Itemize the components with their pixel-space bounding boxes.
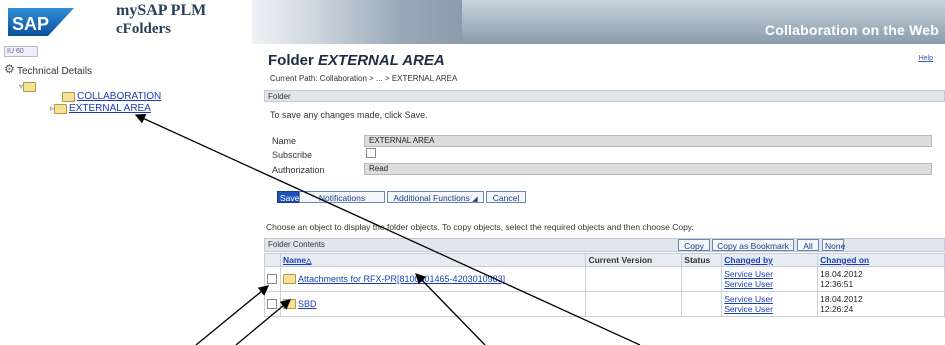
status-cell [681, 291, 723, 317]
title-folder-name: EXTERNAL AREA [318, 52, 445, 69]
folder-tree-panel: IU 60 ⚙ Technical Details ▿ COLLABORATIO… [0, 44, 252, 345]
instruction-text: Choose an object to display the folder o… [266, 222, 694, 232]
authorization-label: Authorization [272, 165, 325, 175]
subscribe-checkbox[interactable] [366, 148, 376, 158]
changed-by-link[interactable]: Service User [724, 294, 815, 304]
copy-button[interactable]: Copy [678, 239, 710, 251]
tree-link-external-area[interactable]: EXTERNAL AREA [69, 103, 151, 114]
changed-on-time: 12:26:24 [820, 304, 854, 314]
folder-contents-table: Name△ Current Version Status Changed by … [264, 253, 945, 317]
changed-by-cell: Service User Service User [721, 266, 819, 292]
name-cell: SBD [279, 291, 587, 317]
row-select-cell [264, 266, 281, 292]
changed-by-cell: Service User Service User [721, 291, 819, 317]
title-prefix: Folder [268, 52, 314, 69]
version-cell [585, 266, 683, 292]
tree-item-external-area[interactable]: ▹ EXTERNAL AREA [50, 103, 151, 114]
notifications-button[interactable]: Notifications [299, 191, 385, 203]
technical-details-label[interactable]: Technical Details [17, 66, 92, 77]
app-name: mySAP PLM [116, 2, 207, 19]
sap-logo: SAP [8, 8, 74, 36]
header-banner-image [252, 0, 462, 44]
column-header-name[interactable]: Name△ [279, 253, 587, 267]
logo-area: SAP mySAP PLM cFolders [0, 0, 252, 44]
column-header-current-version: Current Version [585, 253, 683, 267]
column-header-changed-by[interactable]: Changed by [721, 253, 819, 267]
folder-open-icon [54, 103, 68, 114]
table-header-row: Name△ Current Version Status Changed by … [264, 253, 945, 267]
folder-icon [23, 81, 37, 92]
column-header-changed-on[interactable]: Changed on [817, 253, 945, 267]
changed-on-date: 18.04.2012 [820, 269, 863, 279]
version-cell [585, 291, 683, 317]
tree-toolbar[interactable]: IU 60 [4, 46, 38, 57]
copy-as-bookmark-button[interactable]: Copy as Bookmark [712, 239, 794, 251]
changed-by-link[interactable]: Service User [724, 279, 815, 289]
additional-functions-button[interactable]: Additional Functions ◢ [387, 191, 484, 203]
additional-functions-label: Additional Functions [393, 193, 470, 203]
table-row: SBD Service User Service User 18.04.2012… [264, 291, 945, 317]
subscribe-label: Subscribe [272, 150, 313, 160]
status-cell [681, 266, 723, 292]
changed-on-date: 18.04.2012 [820, 294, 863, 304]
folder-section-header: Folder [264, 90, 945, 102]
tree-link-collaboration[interactable]: COLLABORATION [77, 91, 161, 102]
folder-icon [282, 274, 296, 285]
table-row: Attachments for RFX-PR[8100001465-420301… [264, 266, 945, 292]
select-none-button[interactable]: None [822, 239, 845, 251]
save-hint-text: To save any changes made, click Save. [270, 110, 428, 120]
folder-icon [62, 91, 75, 102]
name-cell: Attachments for RFX-PR[8100001465-420301… [279, 266, 587, 292]
row-checkbox[interactable] [267, 299, 277, 310]
breadcrumb: Current Path: Collaboration > ... > EXTE… [270, 74, 458, 83]
changed-by-link[interactable]: Service User [724, 304, 815, 314]
help-link[interactable]: Help [919, 55, 933, 62]
changed-on-cell: 18.04.2012 12:36:51 [817, 266, 945, 292]
folder-icon [282, 299, 296, 310]
row-select-cell [264, 291, 281, 317]
cancel-button[interactable]: Cancel [486, 191, 526, 203]
save-button[interactable]: Save [277, 191, 299, 203]
tree-item-collaboration[interactable]: COLLABORATION [62, 91, 161, 102]
column-header-status: Status [681, 253, 723, 267]
select-all-button[interactable]: All [797, 239, 819, 251]
changed-on-cell: 18.04.2012 12:26:24 [817, 291, 945, 317]
dropdown-triangle-icon: ◢ [472, 196, 478, 203]
technical-details-icon: ⚙ [4, 62, 15, 76]
changed-by-link[interactable]: Service User [724, 269, 815, 279]
row-checkbox[interactable] [267, 274, 277, 285]
app-subname: cFolders [116, 21, 171, 37]
changed-on-time: 12:36:51 [820, 279, 854, 289]
tree-root-node[interactable]: ▿ [19, 81, 37, 92]
sort-ascending-icon: △ [306, 258, 312, 265]
page-title: Folder EXTERNAL AREA [268, 52, 445, 69]
name-label: Name [272, 136, 297, 146]
object-link[interactable]: SBD [298, 299, 317, 309]
svg-text:SAP: SAP [12, 14, 49, 34]
select-column-header [264, 253, 281, 267]
header-title: Collaboration on the Web [764, 22, 939, 38]
authorization-field: Read [364, 163, 932, 175]
object-link[interactable]: Attachments for RFX-PR[8100001465-420301… [298, 274, 505, 284]
name-field: EXTERNAL AREA [364, 135, 932, 147]
